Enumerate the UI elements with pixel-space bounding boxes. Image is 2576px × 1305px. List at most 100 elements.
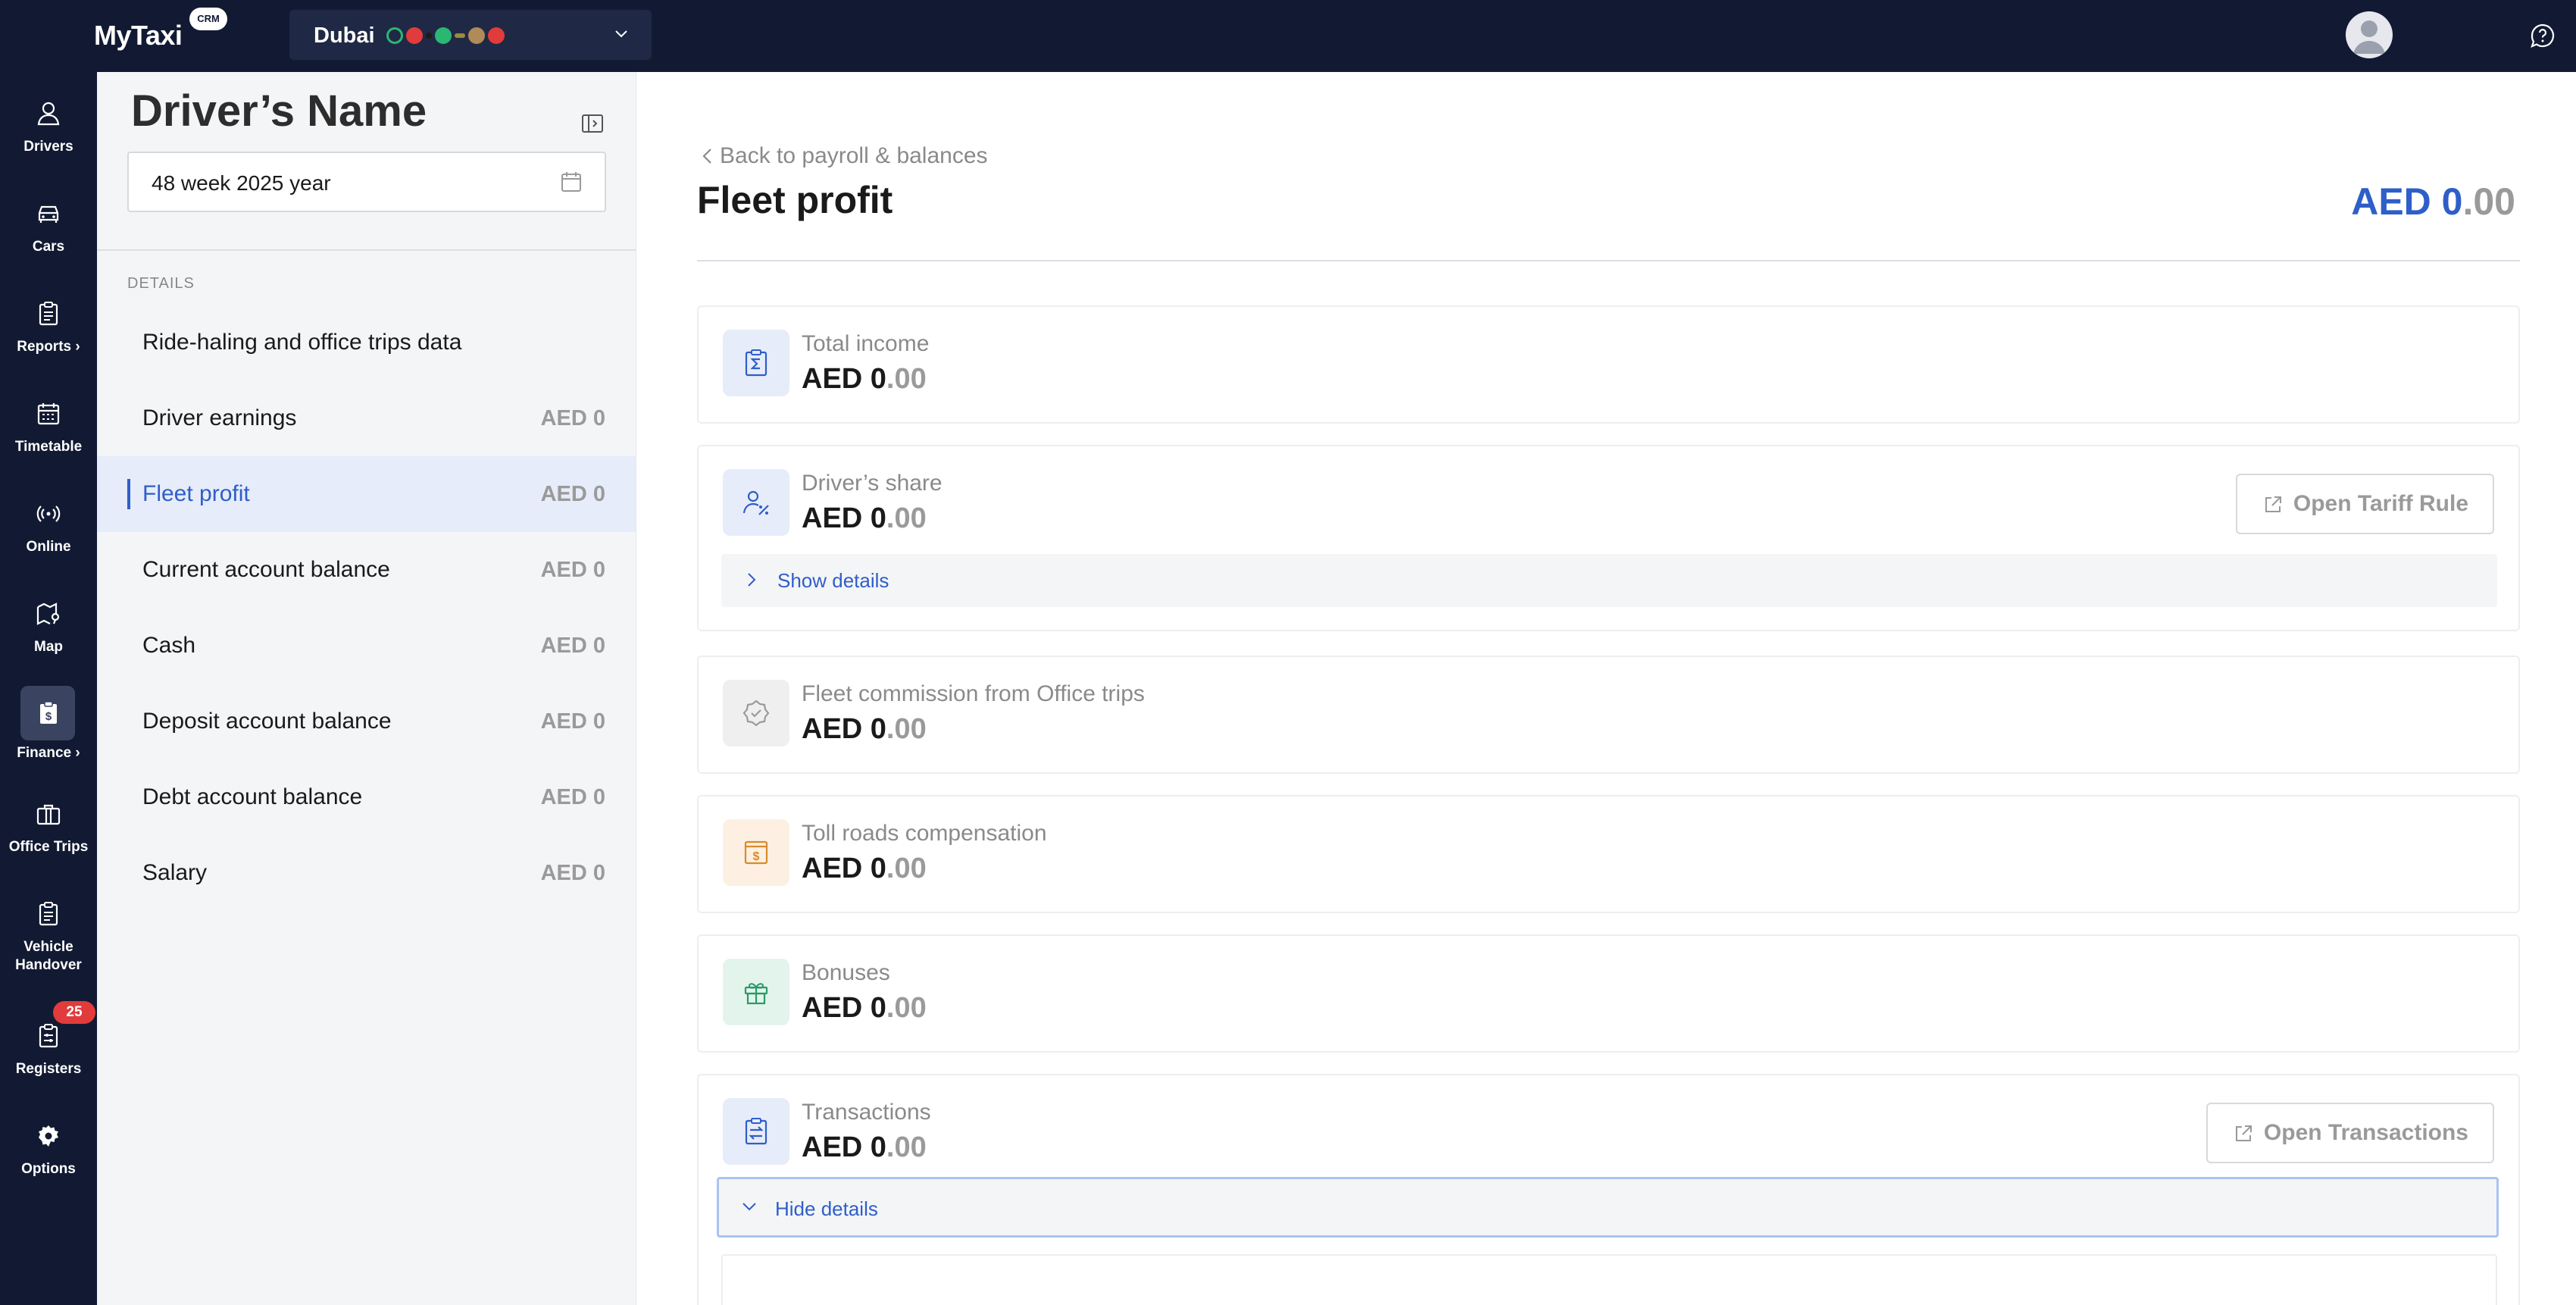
sidebar-item-fleet-profit[interactable]: Fleet profit AED 0: [97, 456, 636, 532]
logo-crm-badge: CRM: [189, 8, 227, 30]
sidebar-item-salary[interactable]: Salary AED 0: [97, 835, 636, 911]
week-picker-value: 48 week 2025 year: [152, 171, 331, 195]
card-icon-bg: [723, 959, 789, 1025]
nav-label: Cars: [32, 239, 65, 255]
card-label: Toll roads compensation: [802, 821, 1047, 846]
card-icon-bg: [723, 680, 789, 746]
nav-finance[interactable]: $ Finance ›: [0, 686, 97, 769]
nav-label: Finance ›: [17, 745, 80, 761]
transactions-details-panel: [721, 1254, 2497, 1305]
show-details-toggle[interactable]: Show details: [721, 554, 2497, 607]
sigma-clipboard-icon: [745, 349, 767, 377]
back-link[interactable]: Back to payroll & balances: [720, 143, 988, 169]
nav-label: Reports ›: [17, 339, 80, 355]
card-amount-int: AED 0: [802, 713, 886, 745]
nav-registers[interactable]: 25 Registers: [0, 1001, 97, 1097]
card-label: Fleet commission from Office trips: [802, 681, 1145, 706]
section-header: DETAILS: [127, 275, 195, 292]
status-dot: [488, 27, 505, 44]
nav-label: Office Trips: [8, 839, 89, 855]
sidebar-item-current-account[interactable]: Current account balance AED 0: [97, 532, 636, 608]
clipboard-sliders-icon: [39, 1024, 58, 1048]
car-icon: [38, 205, 59, 223]
open-transactions-button[interactable]: Open Transactions: [2206, 1103, 2494, 1163]
chevron-down-icon: [742, 1203, 756, 1211]
external-link-icon: [2265, 496, 2281, 512]
help-icon[interactable]: [2529, 22, 2556, 49]
gift-icon: [744, 983, 768, 1005]
card-toll-roads: $ Toll roads compensation AED 0.00: [697, 795, 2520, 913]
nav-label: Vehicle Handover: [15, 939, 82, 973]
card-amount-dec: .00: [886, 502, 927, 534]
nav-label: Map: [34, 639, 63, 655]
nav-vehicle-handover[interactable]: Vehicle Handover: [0, 891, 97, 975]
clipboard-list-icon: [39, 902, 58, 926]
card-amount-dec: .00: [886, 992, 927, 1024]
card-amount-int: AED 0: [802, 502, 886, 534]
button-label: Open Transactions: [2263, 1120, 2468, 1145]
app-logo[interactable]: MyTaxi: [94, 20, 183, 52]
user-avatar[interactable]: [2346, 11, 2393, 58]
chevron-left-icon[interactable]: [697, 145, 718, 167]
gear-icon: [39, 1125, 58, 1147]
sidebar-item-driver-earnings[interactable]: Driver earnings AED 0: [97, 380, 636, 456]
nav-drivers[interactable]: Drivers: [0, 91, 97, 174]
card-fleet-commission: Fleet commission from Office trips AED 0…: [697, 656, 2520, 774]
card-amount-int: AED 0: [802, 1131, 886, 1163]
nav-office-trips[interactable]: Office Trips: [0, 791, 97, 875]
toll-dollar-icon: $: [744, 840, 768, 865]
sidebar-item-label: Cash: [142, 633, 196, 658]
nav-timetable[interactable]: Timetable: [0, 391, 97, 474]
sidebar-item-amount: AED 0: [540, 482, 605, 506]
chevron-down-icon: [615, 30, 627, 38]
nav-label: Online: [26, 539, 71, 555]
card-amount: AED 0.00: [802, 363, 927, 396]
card-amount: AED 0.00: [802, 992, 927, 1025]
details-toggle-label: Show details: [777, 569, 889, 592]
status-dot: [406, 27, 423, 44]
status-dot: [435, 27, 452, 44]
briefcase-icon: [36, 804, 61, 825]
nav-map[interactable]: Map: [0, 591, 97, 674]
nav-label: Timetable: [14, 439, 83, 455]
primary-nav-rail: Drivers Cars Reports › Timetable Online …: [0, 72, 97, 1305]
top-bar: MyTaxi CRM Dubai: [0, 0, 2576, 72]
card-amount-dec: .00: [886, 853, 927, 884]
card-icon-bg: $: [723, 819, 789, 886]
sidebar-item-label: Debt account balance: [142, 784, 363, 809]
card-icon-bg: [723, 469, 789, 536]
calendar-icon: [561, 172, 581, 192]
nav-reports[interactable]: Reports ›: [0, 291, 97, 374]
main-content: Back to payroll & balances Fleet profit …: [636, 72, 2576, 1305]
sidebar-item-cash[interactable]: Cash AED 0: [97, 608, 636, 684]
open-tariff-rule-button[interactable]: Open Tariff Rule: [2235, 474, 2494, 534]
sidebar-item-amount: AED 0: [540, 634, 605, 658]
card-label: Transactions: [802, 1100, 931, 1125]
svg-text:$: $: [753, 850, 760, 863]
hide-details-toggle[interactable]: Hide details: [717, 1177, 2499, 1238]
page-title: Fleet profit: [697, 179, 893, 221]
transfer-clipboard-icon: [745, 1118, 767, 1145]
divider: [97, 249, 636, 251]
user-percent-icon: [742, 490, 769, 515]
card-label: Bonuses: [802, 960, 890, 985]
nav-options[interactable]: Options: [0, 1113, 97, 1197]
sidebar-item-label: Deposit account balance: [142, 709, 392, 734]
nav-label: Registers: [15, 1061, 82, 1077]
sidebar-item-ride-haling[interactable]: Ride-haling and office trips data: [97, 305, 636, 380]
map-pin-icon: [36, 602, 60, 625]
card-total-income: Total income AED 0.00: [697, 305, 2520, 424]
sidebar-item-debt-account[interactable]: Debt account balance AED 0: [97, 759, 636, 835]
nav-cars[interactable]: Cars: [0, 191, 97, 274]
calendar-grid-icon: [37, 403, 60, 425]
card-bonuses: Bonuses AED 0.00: [697, 934, 2520, 1053]
sidebar-collapse-icon[interactable]: [580, 111, 605, 136]
card-amount: AED 0.00: [802, 853, 927, 885]
week-picker[interactable]: 48 week 2025 year: [127, 152, 606, 212]
broadcast-icon: [36, 505, 61, 522]
nav-online[interactable]: Online: [0, 491, 97, 574]
card-amount-dec: .00: [886, 1131, 927, 1163]
city-selector[interactable]: Dubai: [289, 10, 652, 60]
card-amount: AED 0.00: [802, 502, 927, 535]
sidebar-item-deposit-account[interactable]: Deposit account balance AED 0: [97, 684, 636, 759]
